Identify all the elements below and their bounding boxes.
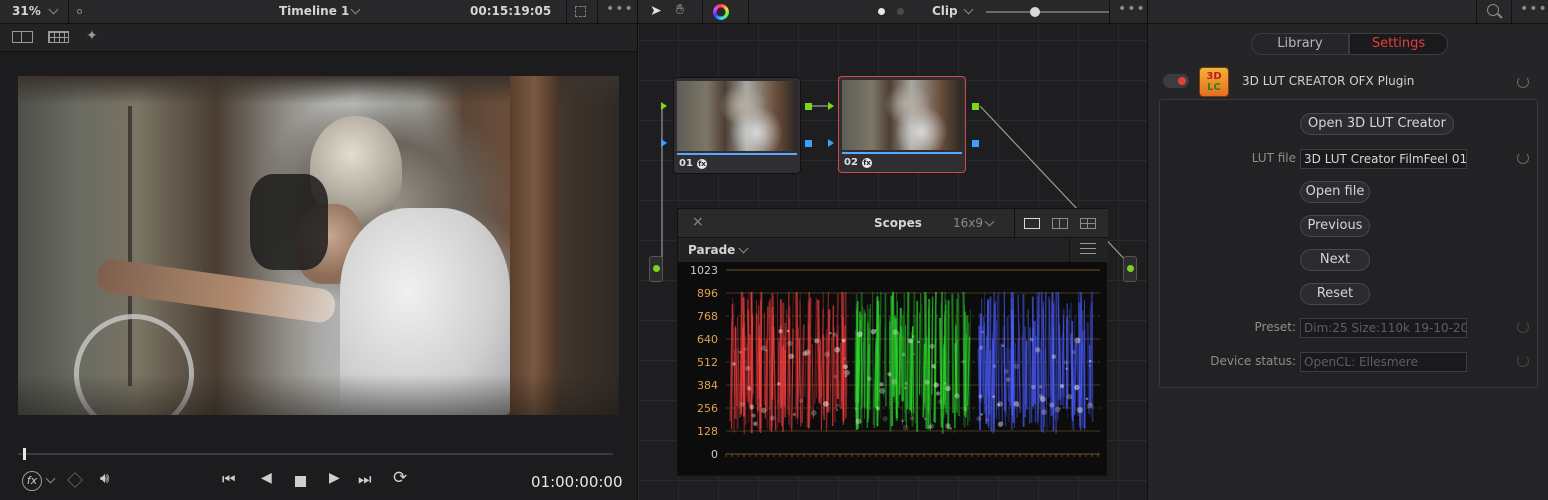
plugin-name: 3D LUT CREATOR OFX Plugin xyxy=(1242,74,1415,88)
scopes-layout-chevron-down-icon[interactable] xyxy=(984,216,995,227)
scope-type-chevron-down-icon[interactable] xyxy=(738,243,749,254)
jump-to-start-icon[interactable]: ⏮︎ xyxy=(222,470,236,488)
timeline-scrubber[interactable] xyxy=(18,453,613,455)
viewer-image[interactable] xyxy=(18,76,619,415)
scope-scale-label: 128 xyxy=(697,425,718,438)
node-rgb-output-icon[interactable] xyxy=(972,103,979,110)
plugin-logo: 3D LC xyxy=(1199,67,1229,97)
search-icon[interactable] xyxy=(1487,4,1503,19)
plugin-settings-box: Open 3D LUT Creator LUT file 3D LUT Crea… xyxy=(1159,99,1538,388)
scope-scale-label: 640 xyxy=(697,333,718,346)
viewer-header: 31% Timeline 1 00:15:19:05 ••• xyxy=(0,0,637,24)
parade-channel-trace xyxy=(729,291,850,434)
preset-field: Dim:25 Size:110k 19-10-2018 xyxy=(1300,318,1467,338)
stop-icon[interactable] xyxy=(295,476,306,487)
preset-label: Preset: xyxy=(1254,320,1296,334)
tab-library[interactable]: Library xyxy=(1251,33,1349,55)
node-label: 01 xyxy=(679,158,693,169)
node-rgb-input-icon[interactable] xyxy=(828,102,834,110)
preset-reset-icon xyxy=(1517,321,1529,333)
fx-chevron-down-icon[interactable] xyxy=(45,473,56,484)
play-icon[interactable]: ▶︎ xyxy=(329,470,340,486)
playhead[interactable] xyxy=(23,448,26,460)
record-timecode: 01:00:00:00 xyxy=(531,473,623,491)
open-3d-lut-creator-button[interactable]: Open 3D LUT Creator xyxy=(1300,113,1454,135)
zoom-chevron-down-icon[interactable] xyxy=(48,4,59,15)
node-alpha-input-icon[interactable] xyxy=(828,139,834,147)
source-input-node[interactable] xyxy=(649,256,663,282)
viewer-options-dot-icon[interactable] xyxy=(77,9,82,14)
scope-settings-sliders-icon[interactable] xyxy=(1080,243,1096,257)
device-status-label: Device status: xyxy=(1210,354,1296,368)
open-file-button[interactable]: Open file xyxy=(1300,181,1370,203)
node-rgb-output-icon[interactable] xyxy=(805,103,812,110)
scopes-subbar: Parade xyxy=(678,238,1108,262)
quad-view-icon[interactable] xyxy=(1080,218,1096,229)
viewer-toolbar: ✦ xyxy=(0,24,637,52)
timeline-chevron-down-icon[interactable] xyxy=(350,4,361,15)
split-screen-icon[interactable] xyxy=(12,31,33,43)
output-node[interactable] xyxy=(1123,256,1137,282)
node-fx-icon: fx xyxy=(862,158,872,168)
next-button[interactable]: Next xyxy=(1300,249,1370,271)
loop-icon[interactable]: ⟳ xyxy=(393,468,407,488)
scope-type-select[interactable]: Parade xyxy=(688,243,735,257)
previous-button[interactable]: Previous xyxy=(1300,215,1370,237)
scopes-layout-select[interactable]: 16x9 xyxy=(953,216,983,230)
fullscreen-icon[interactable] xyxy=(575,6,586,17)
lut-file-field[interactable]: 3D LUT Creator FilmFeel 01. xyxy=(1300,149,1467,169)
node-alpha-input-icon[interactable] xyxy=(661,139,667,147)
inspector-panel: ••• Library Settings 3D LC 3D LUT CREATO… xyxy=(1147,0,1548,500)
dual-view-icon[interactable] xyxy=(1052,218,1068,229)
tab-settings[interactable]: Settings xyxy=(1349,33,1448,55)
lut-file-reset-icon[interactable] xyxy=(1517,152,1529,164)
scope-scale-label: 0 xyxy=(711,448,718,461)
scope-scale-label: 384 xyxy=(697,379,718,392)
close-icon[interactable]: × xyxy=(692,214,704,230)
scopes-window[interactable]: × Scopes 16x9 Parade 1023 896 768 640 512 384… xyxy=(677,208,1108,476)
inspector-more-options-icon[interactable]: ••• xyxy=(1520,1,1548,17)
lut-file-label: LUT file xyxy=(1251,151,1296,165)
node-label: 02 xyxy=(844,157,858,168)
node-alpha-output-icon[interactable] xyxy=(805,140,812,147)
node-fx-icon: fx xyxy=(697,159,707,169)
gallery-grid-icon[interactable] xyxy=(48,31,69,43)
viewer-panel: 31% Timeline 1 00:15:19:05 ••• ✦ fx 🔊︎ ⏮… xyxy=(0,0,637,500)
magic-wand-icon[interactable]: ✦ xyxy=(86,28,98,44)
device-status-reset-icon xyxy=(1517,355,1529,367)
layers-icon[interactable] xyxy=(67,472,83,488)
scopes-title: Scopes xyxy=(874,216,922,230)
plugin-enable-toggle[interactable] xyxy=(1163,74,1189,88)
zoom-level[interactable]: 31% xyxy=(12,4,41,18)
scope-scale-label: 896 xyxy=(697,287,718,300)
inspector-header: ••• xyxy=(1148,0,1548,24)
node-thumbnail xyxy=(677,81,797,151)
node-rgb-input-icon[interactable] xyxy=(661,102,667,110)
fx-bypass-icon[interactable]: fx xyxy=(22,471,42,491)
scope-scale-label: 512 xyxy=(697,356,718,369)
node-thumbnail xyxy=(842,80,962,150)
scope-scale-label: 768 xyxy=(697,310,718,323)
scopes-titlebar: × Scopes 16x9 xyxy=(678,209,1108,238)
scope-scale-label: 1023 xyxy=(690,264,718,277)
timeline-name[interactable]: Timeline 1 xyxy=(279,4,349,18)
jump-to-end-icon[interactable]: ⏭︎ xyxy=(358,470,372,488)
single-view-icon[interactable] xyxy=(1024,218,1040,229)
node-alpha-output-icon[interactable] xyxy=(972,140,979,147)
reverse-play-icon[interactable]: ◀︎ xyxy=(261,470,272,486)
parade-scope: 1023 896 768 640 512 384 256 128 0 xyxy=(690,264,1100,461)
parade-channel-trace xyxy=(854,291,972,434)
viewer-more-options-icon[interactable]: ••• xyxy=(606,1,634,17)
source-timecode: 00:15:19:05 xyxy=(470,4,552,18)
volume-icon[interactable]: 🔊︎ xyxy=(100,469,109,487)
color-node-selected[interactable]: 02 fx xyxy=(838,76,966,173)
transport-bar: fx 🔊︎ ⏮︎ ◀︎ ▶︎ ⏭︎ ⟳ 01:00:00:00 xyxy=(0,462,637,500)
plugin-reset-icon[interactable] xyxy=(1517,76,1529,88)
parade-channel-trace xyxy=(976,291,1094,434)
scope-scale-label: 256 xyxy=(697,402,718,415)
device-status-field: OpenCL: Ellesmere xyxy=(1300,352,1467,372)
color-node[interactable]: 01 fx xyxy=(673,77,801,174)
reset-button[interactable]: Reset xyxy=(1300,283,1370,305)
